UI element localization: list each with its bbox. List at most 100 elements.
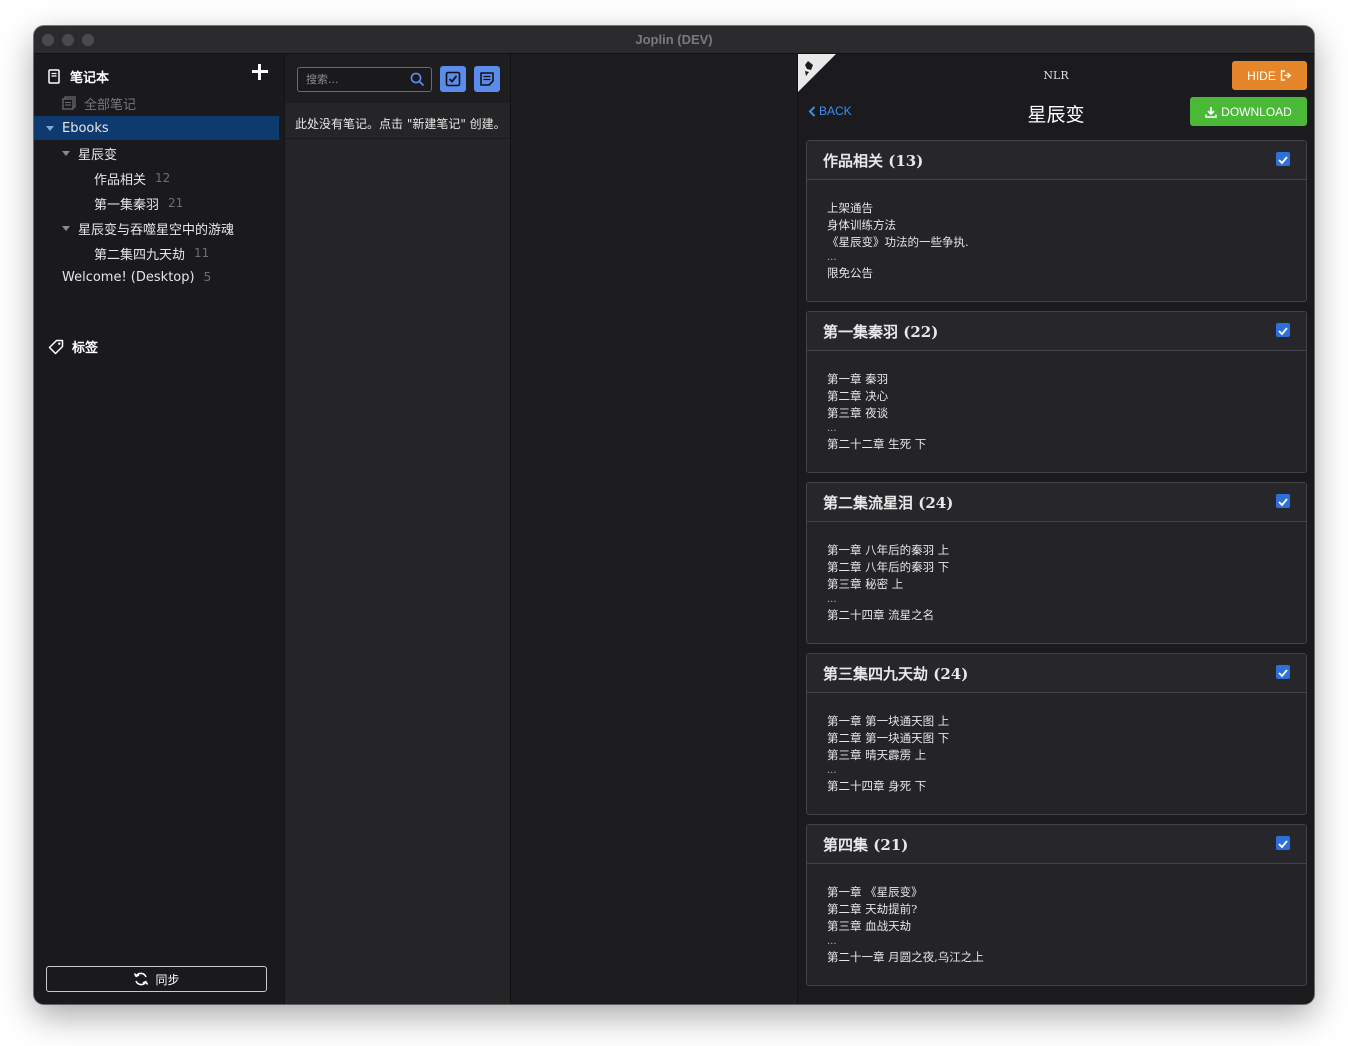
check-icon: [1278, 327, 1288, 336]
sidebar-item-notebook[interactable]: 作品相关 12: [34, 166, 279, 190]
volume-title: 第四集 (21): [823, 836, 909, 854]
search-box: [297, 67, 432, 92]
new-note-button[interactable]: [474, 66, 500, 92]
note-count: 12: [155, 171, 171, 185]
chapter-item: 《星辰变》功法的一些争执.: [827, 235, 969, 249]
notebooks-header[interactable]: 笔记本: [48, 66, 109, 86]
tags-header[interactable]: 标签: [48, 337, 98, 356]
chapter-item: 第二十二章 生死 下: [827, 437, 927, 451]
search-icon[interactable]: [410, 72, 425, 87]
notebook-label: 作品相关: [94, 172, 147, 188]
sidebar-item-all-notes[interactable]: 全部笔记: [34, 91, 279, 115]
download-icon: [1205, 106, 1217, 118]
check-icon: [1278, 669, 1288, 678]
hide-button[interactable]: HIDE: [1232, 61, 1307, 90]
app-window: Joplin (DEV) 笔记本 全部笔记 Ebooks 星辰变 作品相关 12…: [34, 26, 1314, 1004]
volume-checkbox[interactable]: [1276, 665, 1290, 679]
download-button[interactable]: DOWNLOAD: [1190, 97, 1307, 126]
chapter-item: 第一章 《星辰变》: [827, 885, 923, 899]
chapter-list: 第一章 秦羽 第二章 决心 第三章 夜谈 ... 第二十二章 生死 下: [827, 371, 926, 453]
volume-card-header: 第四集 (21): [807, 825, 1306, 864]
sidebar-item-notebook[interactable]: 第一集秦羽 21: [34, 191, 279, 215]
title-bar: Joplin (DEV): [34, 26, 1314, 54]
chapter-list: 第一章 第一块通天图 上 第二章 第一块通天图 下 第三章 晴天霹雳 上 ...…: [827, 713, 949, 795]
add-notebook-button[interactable]: [250, 62, 270, 82]
chapter-item: 第三章 夜谈: [827, 406, 889, 420]
window-title: Joplin (DEV): [635, 32, 713, 47]
volume-checkbox[interactable]: [1276, 494, 1290, 508]
volume-card: 第三集四九天劫 (24) 第一章 第一块通天图 上 第二章 第一块通天图 下 第…: [806, 653, 1307, 815]
all-notes-label: 全部笔记: [84, 97, 137, 113]
chapter-item: 第二章 第一块通天图 下: [827, 731, 950, 745]
note-list: 此处没有笔记。点击 "新建笔记" 创建。: [284, 54, 511, 1004]
chapter-ellipsis: ...: [827, 594, 837, 605]
download-label: DOWNLOAD: [1221, 104, 1292, 119]
chapter-item: 第一章 八年后的秦羽 上: [827, 543, 950, 557]
chapter-item: 限免公告: [827, 266, 873, 280]
volume-title: 作品相关 (13): [823, 152, 924, 170]
volume-title: 第三集四九天劫 (24): [823, 665, 969, 683]
sidebar-item-ebooks[interactable]: Ebooks: [34, 116, 279, 140]
sync-label: 同步: [155, 972, 180, 987]
divider: [285, 138, 511, 139]
note-list-toolbar: [285, 54, 511, 103]
chevron-down-icon[interactable]: [62, 150, 70, 156]
chapter-item: 身体训练方法: [827, 218, 896, 232]
volume-title: 第二集流星泪 (24): [823, 494, 954, 512]
volume-checkbox[interactable]: [1276, 323, 1290, 337]
empty-notes-message: 此处没有笔记。点击 "新建笔记" 创建。: [295, 117, 506, 131]
chapter-item: 第二十四章 流星之名: [827, 608, 935, 622]
volume-card: 第一集秦羽 (22) 第一章 秦羽 第二章 决心 第三章 夜谈 ... 第二十二…: [806, 311, 1307, 473]
all-notes-icon: [62, 96, 76, 110]
volume-card: 第二集流星泪 (24) 第一章 八年后的秦羽 上 第二章 八年后的秦羽 下 第三…: [806, 482, 1307, 644]
volume-card: 第四集 (21) 第一章 《星辰变》 第二章 天劫提前? 第三章 血战天劫 ..…: [806, 824, 1307, 986]
chapter-item: 第一章 第一块通天图 上: [827, 714, 950, 728]
notebook-icon: [48, 68, 60, 84]
chapter-ellipsis: ...: [827, 765, 837, 776]
notebook-label: Ebooks: [62, 120, 109, 136]
note-count: 21: [168, 196, 184, 210]
tags-label: 标签: [72, 341, 99, 356]
notebook-label: Welcome! (Desktop): [62, 269, 195, 285]
volume-card-header: 第一集秦羽 (22): [807, 312, 1306, 351]
book-download-panel: NLR HIDE BACK 星辰变 DOWNLOAD 作品相关 (13) 上架通…: [797, 54, 1314, 1004]
sync-button[interactable]: 同步: [46, 966, 267, 992]
note-count: 5: [203, 270, 212, 284]
notebook-label: 第一集秦羽: [94, 197, 160, 213]
notebook-label: 星辰变与吞噬星空中的游魂: [78, 222, 235, 238]
sidebar-item-notebook[interactable]: Welcome! (Desktop) 5: [34, 265, 279, 289]
new-todo-button[interactable]: [440, 66, 466, 92]
search-input[interactable]: [298, 68, 408, 91]
chapter-item: 第二章 八年后的秦羽 下: [827, 560, 950, 574]
checkbox-icon: [445, 71, 461, 87]
chevron-down-icon[interactable]: [62, 225, 70, 231]
volume-checkbox[interactable]: [1276, 836, 1290, 850]
sidebar-item-notebook[interactable]: 第二集四九天劫 11: [34, 241, 279, 265]
check-icon: [1278, 840, 1288, 849]
notebooks-header-label: 笔记本: [70, 70, 110, 86]
volume-checkbox[interactable]: [1276, 152, 1290, 166]
note-icon: [480, 72, 494, 86]
chapter-item: 第三章 晴天霹雳 上: [827, 748, 927, 762]
chapter-item: 第二章 天劫提前?: [827, 902, 918, 916]
chevron-down-icon[interactable]: [46, 125, 54, 131]
chapter-ellipsis: ...: [827, 252, 837, 263]
chapter-ellipsis: ...: [827, 936, 837, 947]
sidebar-item-notebook[interactable]: 星辰变: [34, 141, 279, 165]
sync-icon: [134, 972, 149, 986]
chapter-list: 第一章 八年后的秦羽 上 第二章 八年后的秦羽 下 第三章 秘密 上 ... 第…: [827, 542, 949, 624]
chapter-item: 上架通告: [827, 201, 873, 215]
chapter-list: 第一章 《星辰变》 第二章 天劫提前? 第三章 血战天劫 ... 第二十一章 月…: [827, 884, 984, 966]
note-count: 11: [194, 246, 210, 260]
hide-label: HIDE: [1247, 68, 1276, 83]
sidebar-item-notebook[interactable]: 星辰变与吞噬星空中的游魂: [34, 216, 279, 240]
chapter-item: 第二章 决心: [827, 389, 889, 403]
chapter-item: 第一章 秦羽: [827, 372, 889, 386]
chapter-item: 第三章 血战天劫: [827, 919, 912, 933]
sidebar: 笔记本 全部笔记 Ebooks 星辰变 作品相关 12 第一集秦羽 21 星辰变…: [34, 54, 284, 1004]
chapter-list: 上架通告 身体训练方法 《星辰变》功法的一些争执. ... 限免公告: [827, 200, 969, 282]
volume-card-header: 第二集流星泪 (24): [807, 483, 1306, 522]
check-icon: [1278, 156, 1288, 165]
tag-icon: [48, 339, 64, 354]
volume-title: 第一集秦羽 (22): [823, 323, 939, 341]
